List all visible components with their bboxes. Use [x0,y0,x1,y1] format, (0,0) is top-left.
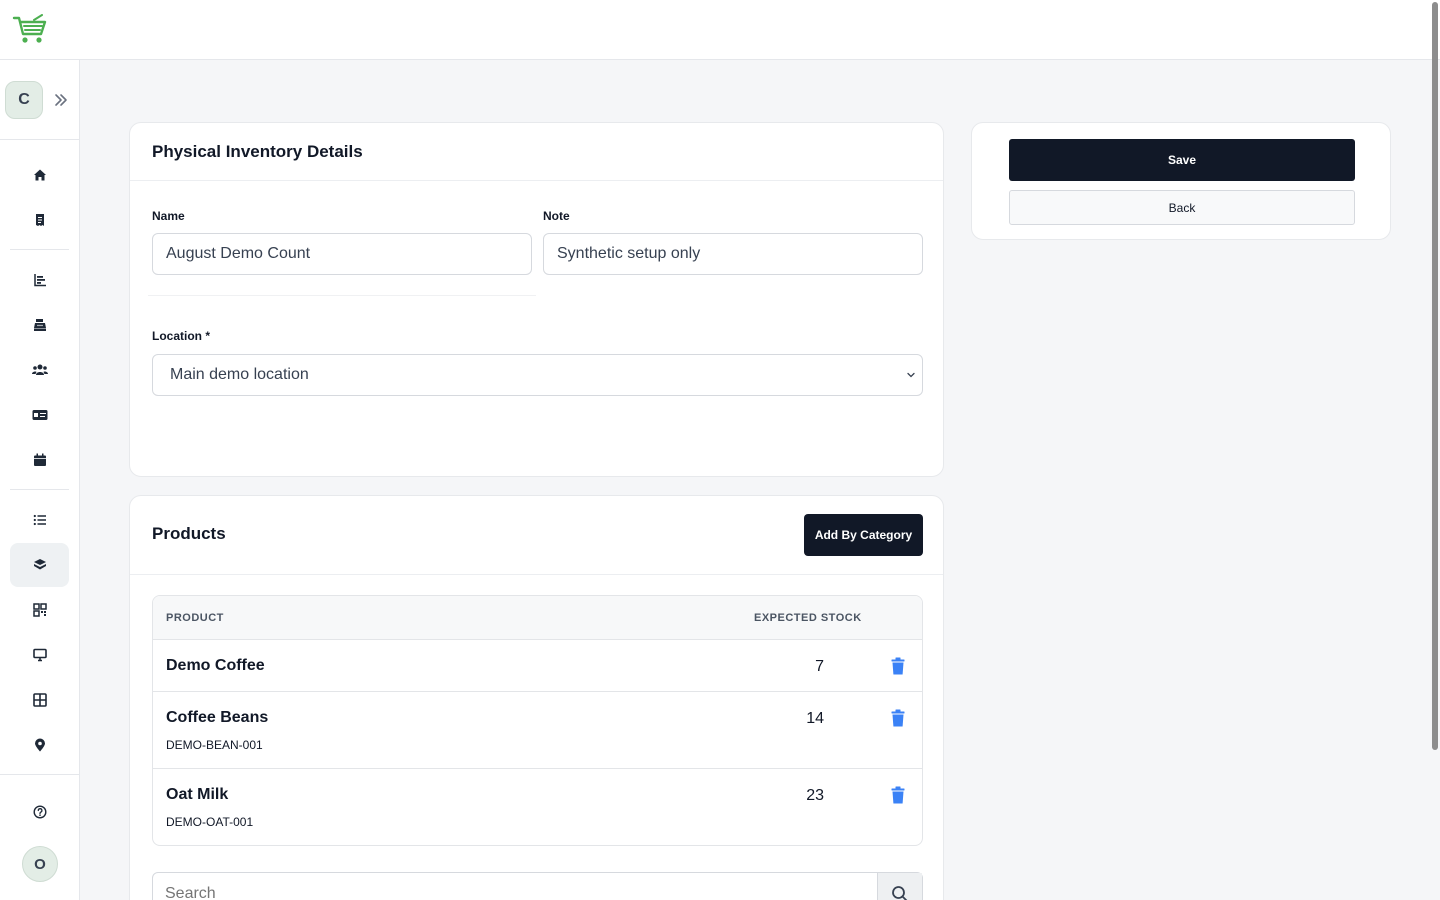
product-name: Coffee Beans [166,709,269,726]
note-label: Note [543,209,570,223]
chevron-down-icon [907,372,915,378]
sidebar-item-home[interactable] [10,153,69,197]
name-input[interactable] [152,233,532,275]
products-card: Products Add By Category PRODUCT EXPECTE… [129,495,944,900]
page-scrollbar[interactable] [1430,0,1440,900]
map-pin-icon [34,738,45,752]
search-input[interactable] [153,873,878,900]
back-button[interactable]: Back [1009,190,1355,225]
sidebar-item-customers[interactable] [10,348,69,392]
location-select[interactable]: Main demo location [152,354,923,396]
top-bar [0,0,1440,60]
search-icon [892,886,908,900]
column-header-expected-stock: EXPECTED STOCK [754,612,862,624]
product-sku: DEMO-OAT-001 [166,815,254,829]
divider [148,295,536,296]
product-name: Oat Milk [166,786,229,803]
sidebar-item-reports[interactable] [10,258,69,302]
sidebar-divider [10,249,69,250]
divider [130,180,943,181]
details-title: Physical Inventory Details [152,142,363,161]
product-search [152,872,923,900]
cart-logo-icon[interactable] [12,14,48,46]
monitor-icon [32,648,47,662]
boxes-icon [33,559,46,570]
sidebar-item-list[interactable] [10,498,69,542]
sidebar-item-receipts[interactable] [10,198,69,242]
trash-icon[interactable] [891,709,905,727]
actions-card: Save Back [971,122,1391,240]
expected-stock-value: 14 [806,710,824,727]
table-header: PRODUCT EXPECTED STOCK [153,596,922,640]
receipt-icon [35,214,44,226]
product-sku: DEMO-BEAN-001 [166,738,263,752]
chevrons-right-icon [55,94,67,106]
sidebar-item-display[interactable] [10,633,69,677]
users-icon [31,364,48,375]
scrollbar-thumb[interactable] [1432,2,1438,750]
table-row: Demo Coffee 7 [153,640,922,692]
sidebar-item-cash-register[interactable] [10,303,69,347]
divider [130,574,943,575]
trash-icon[interactable] [891,657,905,675]
note-input[interactable] [543,233,923,275]
user-avatar[interactable]: O [22,846,58,882]
table-row: Coffee Beans DEMO-BEAN-001 14 [153,692,922,769]
sidebar-item-tables[interactable] [10,678,69,722]
sidebar-item-locations[interactable] [10,723,69,767]
sidebar-item-calendar[interactable] [10,438,69,482]
sidebar-divider [10,489,69,490]
home-icon [33,169,46,181]
chart-bar-icon [33,274,46,287]
sidebar-item-inventory[interactable] [10,543,69,587]
qr-code-icon [32,603,47,617]
sidebar: C O [0,60,80,900]
calendar-icon [33,453,46,466]
expected-stock-value: 7 [815,658,824,675]
location-label: Location * [152,329,211,343]
inventory-details-card: Physical Inventory Details Name Note Loc… [129,122,944,477]
name-label: Name [152,209,185,223]
add-by-category-button[interactable]: Add By Category [804,514,923,556]
products-title: Products [152,524,226,543]
id-card-icon [32,410,47,420]
help-circle-icon [32,805,47,819]
grid-icon [32,693,47,707]
org-badge[interactable]: C [5,81,43,119]
sidebar-divider [0,139,79,140]
sidebar-divider [0,774,79,775]
search-button[interactable] [877,873,922,900]
save-button[interactable]: Save [1009,139,1355,181]
cash-register-icon [33,319,46,331]
sidebar-item-cards[interactable] [10,393,69,437]
sidebar-item-help[interactable] [10,790,69,834]
expand-sidebar-button[interactable] [50,88,72,112]
column-header-product: PRODUCT [166,612,224,624]
product-name: Demo Coffee [166,657,265,674]
table-row: Oat Milk DEMO-OAT-001 23 [153,769,922,845]
location-selected-value: Main demo location [170,366,309,383]
trash-icon[interactable] [891,786,905,804]
expected-stock-value: 23 [806,787,824,804]
sidebar-item-qr[interactable] [10,588,69,632]
products-table: PRODUCT EXPECTED STOCK Demo Coffee 7 Cof… [152,595,923,846]
list-icon [33,514,46,526]
